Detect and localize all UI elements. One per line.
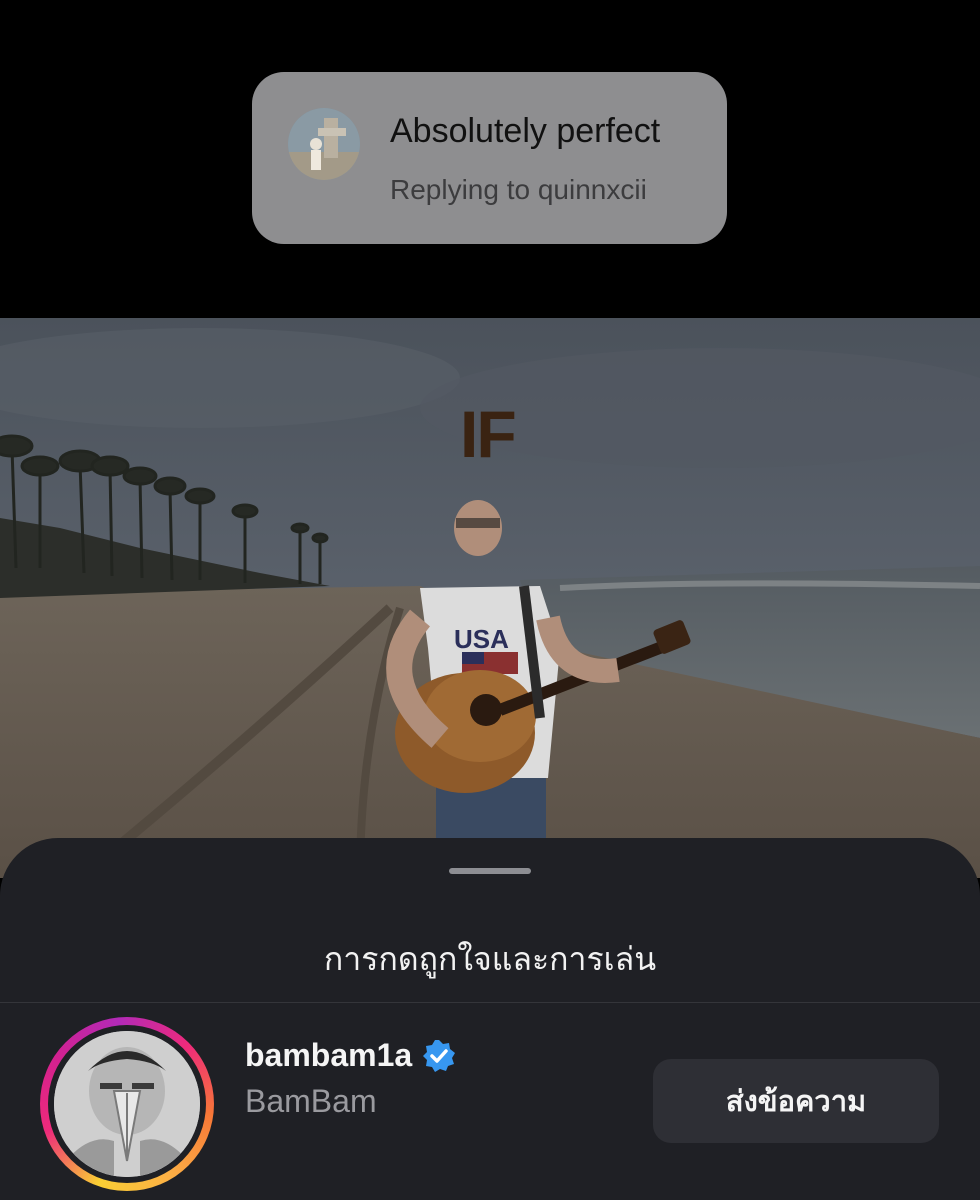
- message-button[interactable]: ส่งข้อความ: [653, 1059, 939, 1143]
- verified-badge-icon: [423, 1039, 456, 1072]
- reply-avatar: [288, 108, 360, 180]
- video-overlay-title: IF: [460, 397, 517, 471]
- reply-notification[interactable]: Absolutely perfect Replying to quinnxcii: [252, 72, 727, 244]
- username[interactable]: bambam1a: [245, 1037, 456, 1074]
- sheet-title: การกดถูกใจและการเล่น: [323, 940, 657, 978]
- likes-bottom-sheet: การกดถูกใจและการเล่น bambam1a BamBam ส่ง…: [0, 838, 980, 1200]
- sheet-drag-handle[interactable]: [449, 868, 531, 874]
- avatar: [54, 1031, 200, 1177]
- username-text: bambam1a: [245, 1037, 413, 1073]
- display-name: BamBam: [245, 1083, 377, 1119]
- story-ring[interactable]: [40, 1017, 214, 1191]
- video-player[interactable]: USA IF: [0, 318, 980, 878]
- reply-subtitle: Replying to quinnxcii: [390, 174, 647, 205]
- user-list-item[interactable]: bambam1a BamBam ส่งข้อความ: [0, 1003, 980, 1200]
- shirt-text: USA: [454, 624, 509, 654]
- reply-message: Absolutely perfect: [390, 112, 661, 150]
